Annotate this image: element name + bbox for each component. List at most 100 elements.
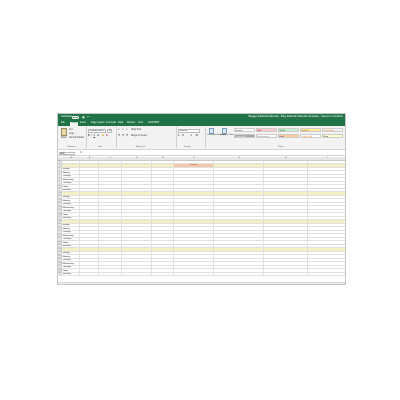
cell[interactable] [80, 164, 99, 167]
cell[interactable] [214, 178, 264, 181]
cell[interactable]: Sunday [62, 223, 80, 226]
cell[interactable] [99, 234, 122, 237]
cell[interactable] [174, 192, 214, 195]
cell[interactable] [62, 192, 80, 195]
cell[interactable] [80, 223, 99, 226]
cell[interactable]: Sunday [62, 251, 80, 254]
undo-icon[interactable]: ↶ [87, 115, 90, 119]
cell[interactable] [308, 171, 345, 174]
cell[interactable] [264, 188, 308, 191]
cell[interactable] [152, 171, 174, 174]
autosave-toggle[interactable]: Off [72, 115, 79, 119]
cell[interactable] [264, 262, 308, 265]
cell[interactable] [264, 237, 308, 240]
cell[interactable] [308, 168, 345, 171]
cell[interactable] [80, 206, 99, 209]
cell[interactable] [308, 178, 345, 181]
cell[interactable] [214, 265, 264, 268]
cell[interactable] [152, 199, 174, 202]
cell[interactable] [122, 265, 152, 268]
cell[interactable] [308, 210, 345, 213]
borders-icon[interactable]: ⊞ [97, 135, 99, 137]
cell[interactable] [80, 244, 99, 247]
percent-icon[interactable]: % [182, 135, 184, 137]
cell[interactable] [122, 167, 152, 170]
cell[interactable] [152, 227, 174, 230]
column-header-images[interactable]: IMAGES [308, 161, 345, 164]
cell[interactable] [80, 241, 99, 244]
cell[interactable] [214, 258, 264, 261]
cell[interactable] [152, 272, 174, 275]
cell[interactable] [214, 206, 264, 209]
cell[interactable] [80, 167, 99, 170]
column-letter-i[interactable]: I [308, 157, 345, 159]
align-bottom-icon[interactable]: ≡ [126, 129, 127, 131]
cell[interactable] [174, 174, 214, 177]
cell[interactable] [174, 181, 214, 184]
cell[interactable] [308, 203, 345, 206]
cell[interactable] [99, 181, 122, 184]
cell[interactable] [80, 258, 99, 261]
cell[interactable] [264, 234, 308, 237]
cell-style-normal[interactable]: Normal [234, 128, 255, 132]
cell[interactable] [174, 199, 214, 202]
column-header-topic[interactable]: TOPIC [122, 160, 152, 163]
cell[interactable] [174, 255, 214, 258]
cell[interactable] [80, 227, 99, 230]
cell[interactable] [214, 230, 264, 233]
cell[interactable] [308, 238, 345, 241]
cell[interactable] [152, 258, 174, 261]
cell[interactable] [264, 213, 308, 216]
cell[interactable] [152, 230, 174, 233]
cell[interactable] [264, 220, 308, 223]
cell[interactable]: Tuesday [62, 174, 80, 177]
cell[interactable] [122, 178, 152, 181]
cell[interactable] [80, 195, 99, 198]
cell[interactable] [174, 241, 214, 244]
cell[interactable] [152, 178, 174, 181]
number-format-select[interactable]: General [178, 129, 200, 133]
cell[interactable] [214, 171, 264, 174]
cell[interactable]: Saturday [62, 216, 80, 219]
cell[interactable] [264, 206, 308, 209]
tab-file[interactable]: File [61, 121, 65, 124]
cell[interactable] [214, 181, 264, 184]
cell[interactable] [99, 244, 122, 247]
name-box[interactable]: A18 [59, 151, 75, 156]
cell[interactable] [99, 227, 122, 230]
cell[interactable] [174, 251, 214, 254]
cell[interactable] [122, 251, 152, 254]
cell[interactable] [308, 231, 345, 234]
cell-style-explanatory[interactable]: Explanatory... [256, 134, 277, 138]
cell[interactable] [264, 171, 308, 174]
cell[interactable] [264, 251, 308, 254]
cell[interactable] [122, 223, 152, 226]
cell[interactable] [152, 216, 174, 219]
cell[interactable] [80, 209, 99, 212]
cell[interactable] [174, 262, 214, 265]
cell[interactable]: Monday [62, 227, 80, 230]
column-header-description[interactable]: DESCRIPTION [214, 160, 264, 163]
cell[interactable] [264, 174, 308, 177]
cell[interactable] [99, 223, 122, 226]
cell[interactable] [214, 241, 264, 244]
cell[interactable] [174, 202, 214, 205]
cell[interactable]: Thursday [62, 209, 80, 212]
cell[interactable] [152, 213, 174, 216]
cell[interactable] [264, 216, 308, 219]
cell[interactable] [122, 244, 152, 247]
cell[interactable] [214, 255, 264, 258]
cell-style-neutral[interactable]: Neutral [300, 128, 321, 132]
cell[interactable] [214, 174, 264, 177]
cell[interactable]: Tuesday [62, 258, 80, 261]
save-icon[interactable]: ▣ [82, 115, 85, 119]
align-top-icon[interactable]: ≡ [118, 129, 119, 131]
tab-data[interactable]: Data [118, 121, 123, 124]
cell[interactable] [214, 244, 264, 247]
cell[interactable] [214, 164, 264, 167]
cell[interactable] [80, 178, 99, 181]
cell[interactable] [122, 255, 152, 258]
cell[interactable] [174, 237, 214, 240]
column-header-category[interactable]: CATEGORY [99, 160, 122, 163]
tab-view[interactable]: View [138, 121, 143, 124]
